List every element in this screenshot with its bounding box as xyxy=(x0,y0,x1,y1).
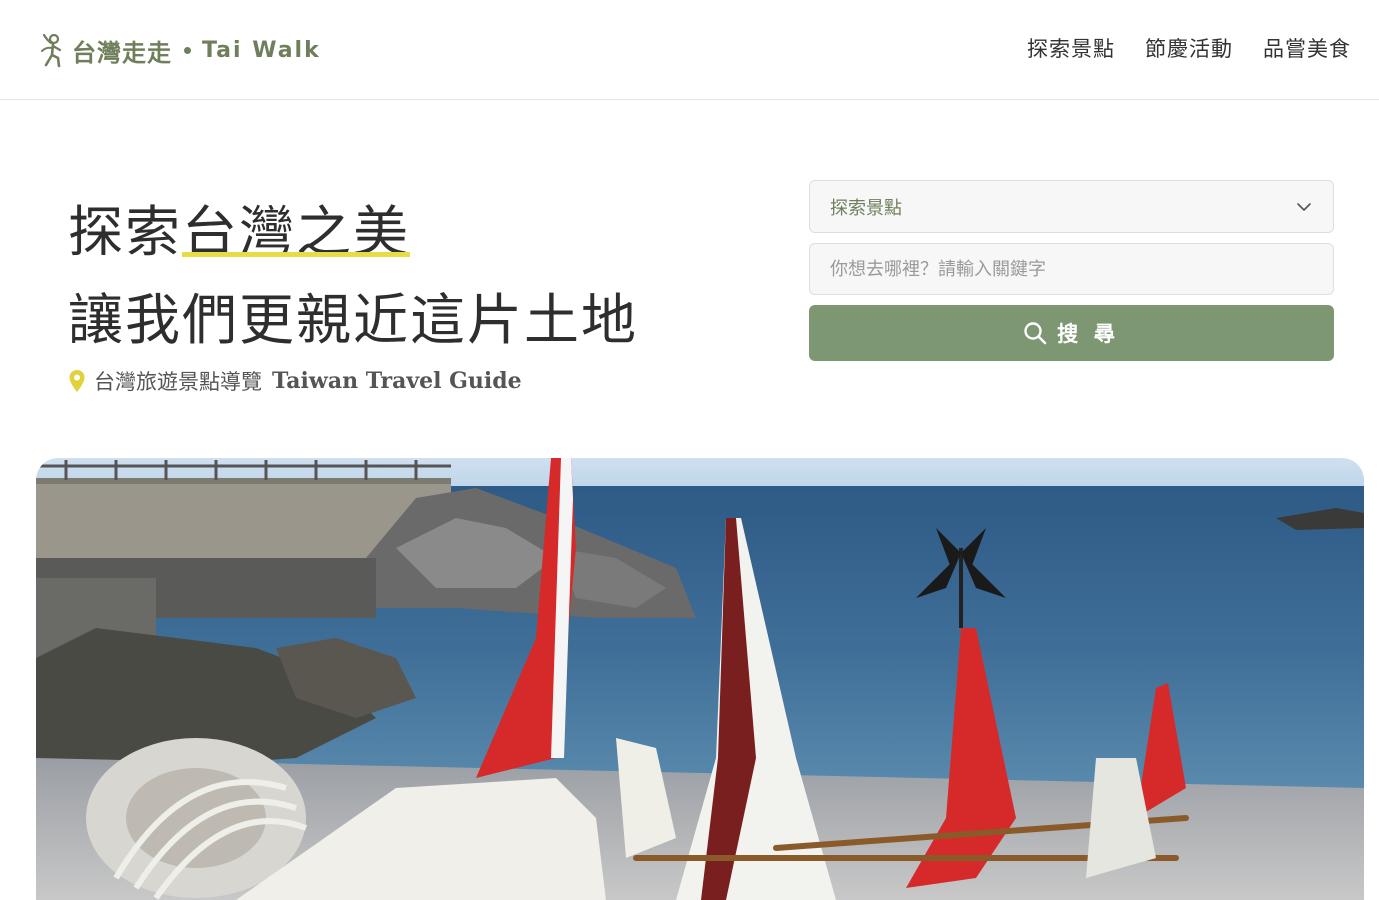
nav-item-attractions[interactable]: 探索景點 xyxy=(1027,33,1115,63)
hero-title-highlight: 台灣之美 xyxy=(182,188,411,276)
category-select-value: 探索景點 xyxy=(830,197,902,219)
site-header: 台灣走走 Tai Walk 探索景點 節慶活動 品嘗美食 xyxy=(0,0,1379,100)
main-nav: 探索景點 節慶活動 品嘗美食 xyxy=(1027,33,1351,63)
category-select[interactable]: 探索景點 xyxy=(809,180,1334,233)
hero-title: 探索台灣之美 讓我們更親近這片土地 xyxy=(68,188,638,364)
search-icon xyxy=(1024,322,1047,345)
chevron-down-icon xyxy=(1297,202,1311,211)
keyword-search-input[interactable] xyxy=(809,243,1334,295)
walking-figure-icon xyxy=(41,33,62,68)
search-button[interactable]: 搜 尋 xyxy=(809,305,1334,361)
logo-separator xyxy=(184,46,191,54)
search-button-label: 搜 尋 xyxy=(1057,323,1120,346)
subtitle-english: Taiwan Travel Guide xyxy=(272,368,522,394)
nav-item-food[interactable]: 品嘗美食 xyxy=(1263,33,1351,63)
nav-item-festivals[interactable]: 節慶活動 xyxy=(1145,33,1233,63)
banner-photo-illustration xyxy=(36,458,1364,900)
map-pin-icon xyxy=(69,370,85,392)
hero-title-line2: 讓我們更親近這片土地 xyxy=(68,288,639,352)
logo-title: 台灣走走 xyxy=(72,38,172,67)
hero-banner-image xyxy=(36,458,1364,900)
subtitle-chinese: 台灣旅遊景點導覽 xyxy=(94,370,262,394)
hero-subtitle: 台灣旅遊景點導覽 Taiwan Travel Guide xyxy=(68,366,522,396)
hero-title-prefix: 探索 xyxy=(68,200,183,264)
site-logo[interactable]: 台灣走走 Tai Walk xyxy=(38,30,321,70)
logo-subtitle: Tai Walk xyxy=(202,37,321,63)
